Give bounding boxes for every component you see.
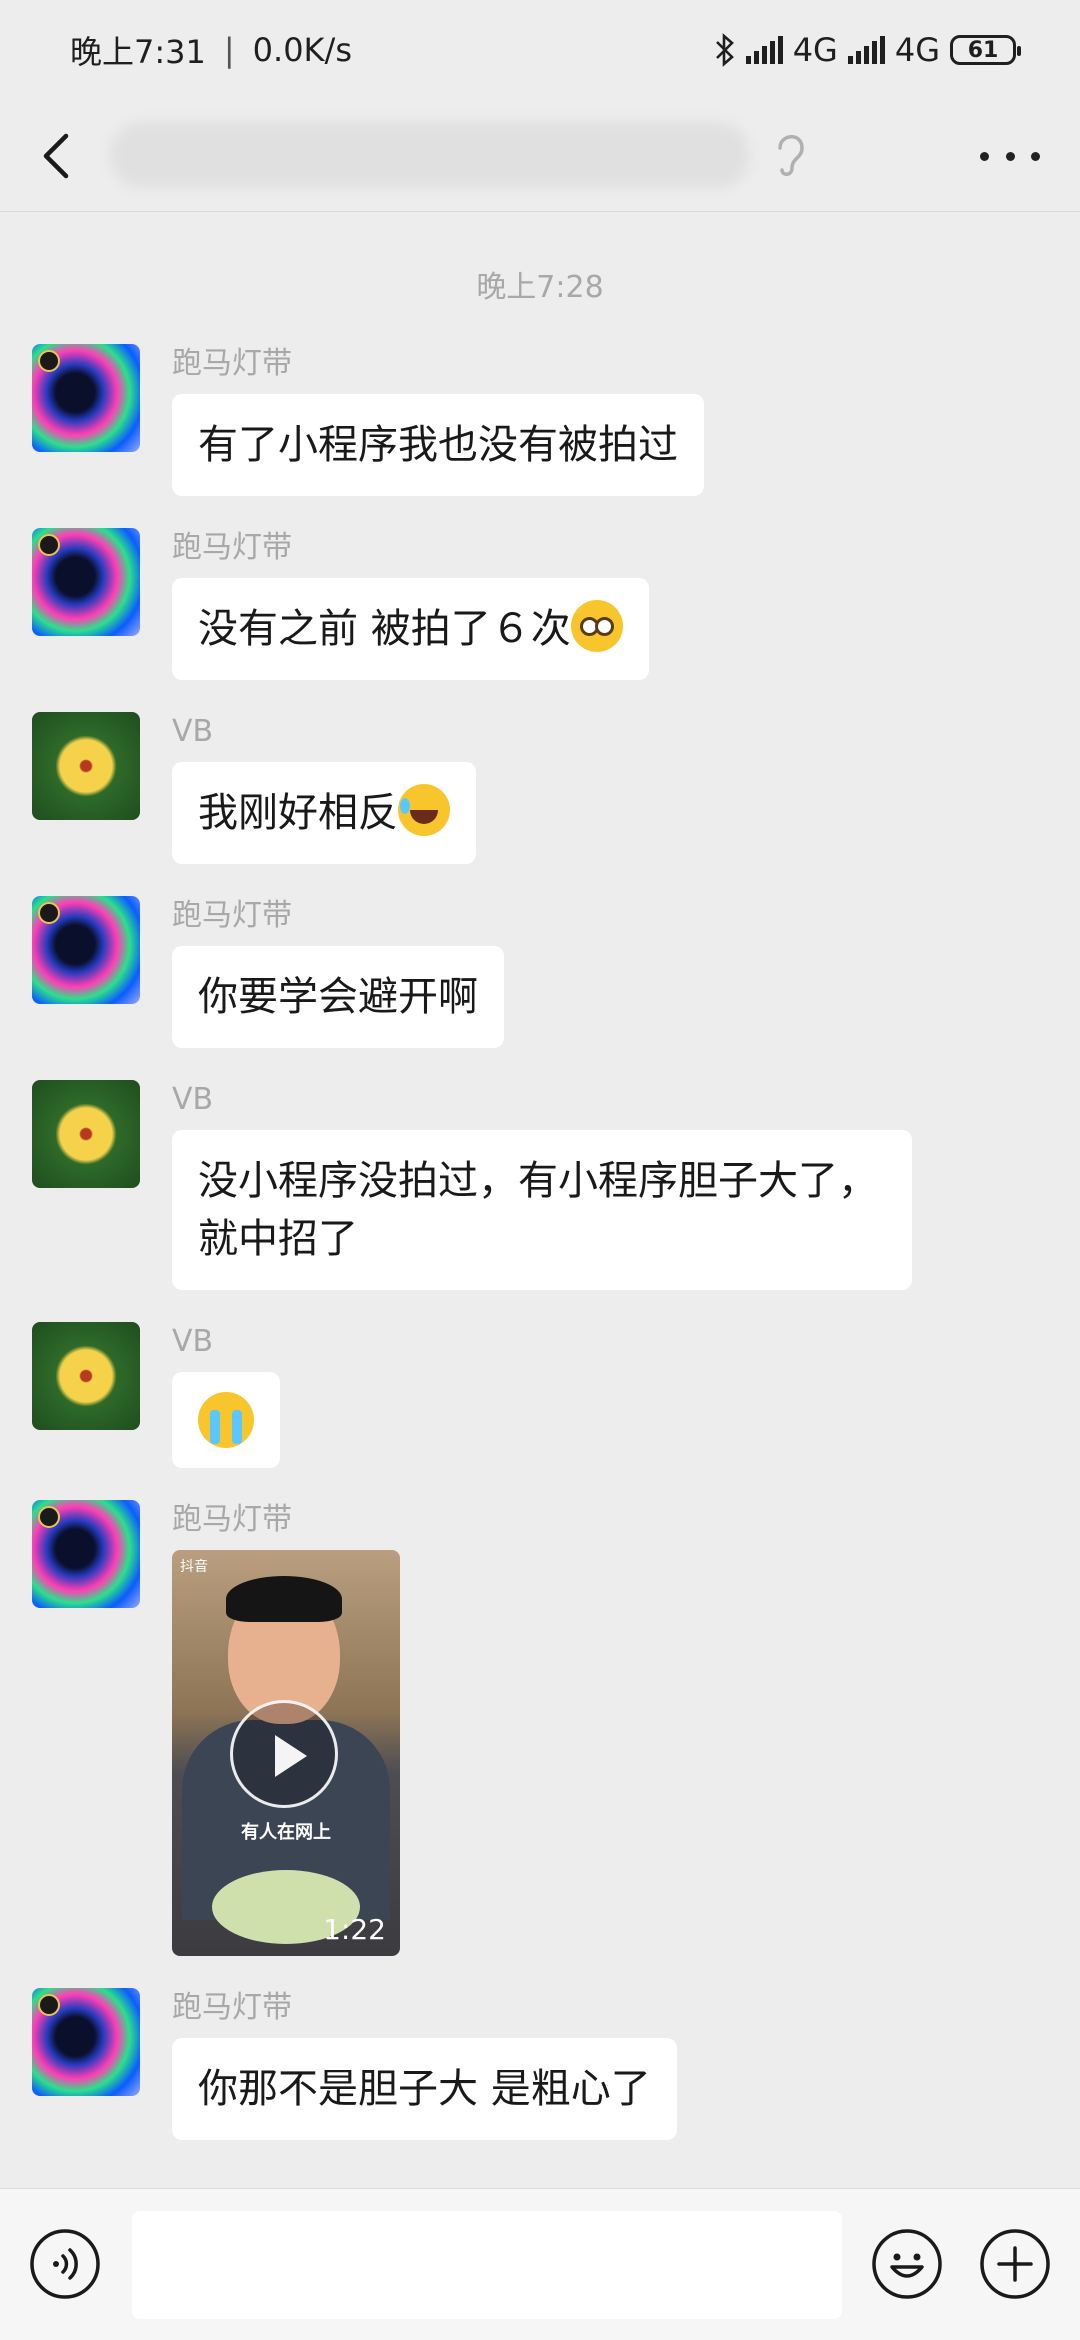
network-type-1: 4G xyxy=(792,31,838,69)
message-item: 跑马灯带 有了小程序我也没有被拍过 xyxy=(0,344,1080,496)
avatar-yellow-flower[interactable] xyxy=(32,1322,140,1430)
avatar-led-strip[interactable] xyxy=(32,1988,140,2096)
message-body: 跑马灯带 有了小程序我也没有被拍过 xyxy=(172,344,704,496)
sender-name: VB xyxy=(172,714,214,749)
avatar-led-strip[interactable] xyxy=(32,1500,140,1608)
message-bubble[interactable]: 没小程序没拍过，有小程序胆子大了，就中招了 xyxy=(172,1130,912,1290)
play-icon[interactable] xyxy=(230,1700,338,1808)
video-thumbnail-hair xyxy=(226,1576,342,1622)
message-text: 有了小程序我也没有被拍过 xyxy=(198,422,678,468)
avatar-led-strip[interactable] xyxy=(32,344,140,452)
message-body: VB 没小程序没拍过，有小程序胆子大了，就中招了 xyxy=(172,1080,912,1290)
more-icon-dot xyxy=(1005,151,1015,161)
laughing-tears-emoji-icon xyxy=(398,784,450,836)
message-body: 跑马灯带 你那不是胆子大 是粗心了 xyxy=(172,1988,677,2140)
message-item: 跑马灯带 抖音 有人在网上 1:22 xyxy=(0,1500,1080,1956)
chat-messages[interactable]: 晚上7:28 跑马灯带 有了小程序我也没有被拍过 跑马灯带 没有之前 被拍了６次… xyxy=(0,212,1080,2188)
message-body: 跑马灯带 抖音 有人在网上 1:22 xyxy=(172,1500,400,1956)
voice-icon[interactable] xyxy=(28,2227,102,2301)
more-icon-dot xyxy=(1031,151,1040,161)
message-item: 跑马灯带 没有之前 被拍了６次 xyxy=(0,528,1080,680)
video-duration: 1:22 xyxy=(323,1913,386,1946)
video-message[interactable]: 抖音 有人在网上 1:22 xyxy=(172,1550,400,1956)
message-input[interactable] xyxy=(132,2211,842,2319)
avatar-led-strip[interactable] xyxy=(32,896,140,1004)
status-bar: 晚上7:31 | 0.0K/s 4G 4G 61 xyxy=(0,0,1080,100)
emoji-icon[interactable] xyxy=(870,2227,944,2301)
sender-name: 跑马灯带 xyxy=(172,898,292,933)
sender-name: VB xyxy=(172,1082,214,1117)
status-time: 晚上7:31 xyxy=(70,33,206,71)
avatar-yellow-flower[interactable] xyxy=(32,712,140,820)
sender-name: 跑马灯带 xyxy=(172,530,292,565)
status-separator: | xyxy=(223,31,235,69)
message-body: VB 我刚好相反 xyxy=(172,712,476,864)
battery-indicator: 61 xyxy=(950,35,1021,65)
avatar-yellow-flower[interactable] xyxy=(32,1080,140,1188)
message-bubble[interactable]: 有了小程序我也没有被拍过 xyxy=(172,394,704,496)
message-item: 跑马灯带 你要学会避开啊 xyxy=(0,896,1080,1048)
sender-name: VB xyxy=(172,1324,214,1359)
message-body: 跑马灯带 没有之前 被拍了６次 xyxy=(172,528,649,680)
message-body: VB xyxy=(172,1322,280,1468)
plus-icon[interactable] xyxy=(978,2227,1052,2301)
sender-name: 跑马灯带 xyxy=(172,1990,292,2025)
message-text: 没小程序没拍过，有小程序胆子大了，就中招了 xyxy=(198,1158,878,1262)
ear-icon xyxy=(778,135,804,176)
message-item: VB xyxy=(0,1322,1080,1468)
back-icon[interactable] xyxy=(28,126,88,186)
message-bubble[interactable]: 你要学会避开啊 xyxy=(172,946,504,1048)
status-left: 晚上7:31 | 0.0K/s xyxy=(70,27,352,73)
crying-face-emoji-icon xyxy=(198,1392,254,1448)
input-bar xyxy=(0,2188,1080,2340)
message-item: 跑马灯带 你那不是胆子大 是粗心了 xyxy=(0,1988,1080,2140)
message-text: 你那不是胆子大 是粗心了 xyxy=(198,2066,651,2112)
bluetooth-icon xyxy=(715,33,734,67)
chat-header xyxy=(0,100,1080,212)
message-item: VB 没小程序没拍过，有小程序胆子大了，就中招了 xyxy=(0,1080,1080,1290)
message-bubble[interactable]: 没有之前 被拍了６次 xyxy=(172,578,649,680)
more-icon-dot xyxy=(980,151,989,161)
douyin-logo: 抖音 xyxy=(180,1559,208,1575)
message-body: 跑马灯带 你要学会避开啊 xyxy=(172,896,504,1048)
message-item: VB 我刚好相反 xyxy=(0,712,1080,864)
message-bubble[interactable] xyxy=(172,1372,280,1468)
signal-icon-2 xyxy=(847,36,885,64)
sender-name: 跑马灯带 xyxy=(172,1502,292,1537)
status-net-speed: 0.0K/s xyxy=(252,31,352,69)
status-right: 4G 4G 61 xyxy=(714,31,1021,69)
message-bubble[interactable]: 我刚好相反 xyxy=(172,762,476,864)
chat-timestamp: 晚上7:28 xyxy=(476,270,604,305)
pleading-face-emoji-icon xyxy=(570,600,623,652)
message-bubble[interactable]: 你那不是胆子大 是粗心了 xyxy=(172,2038,677,2140)
more-options-button[interactable] xyxy=(980,136,1040,176)
avatar-led-strip[interactable] xyxy=(32,528,140,636)
network-type-2: 4G xyxy=(894,31,940,69)
message-text: 你要学会避开啊 xyxy=(198,974,478,1020)
signal-icon xyxy=(745,36,783,64)
message-text: 我刚好相反 xyxy=(198,790,398,836)
chat-title[interactable] xyxy=(110,122,750,188)
video-caption: 有人在网上 xyxy=(241,1822,331,1843)
sender-name: 跑马灯带 xyxy=(172,346,292,381)
message-text: 没有之前 被拍了６次 xyxy=(198,606,571,652)
